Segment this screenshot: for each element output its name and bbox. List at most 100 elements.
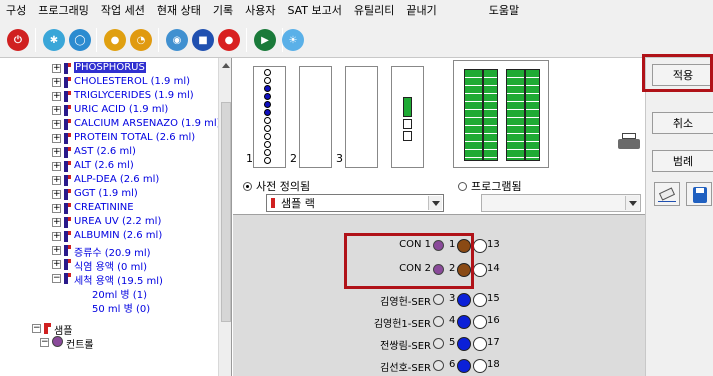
menu-item-exit[interactable]: 끝내기 bbox=[400, 2, 442, 18]
save-icon[interactable] bbox=[686, 182, 712, 206]
tree-item-label[interactable]: 샘플 bbox=[54, 322, 72, 337]
tree-scrollbar[interactable] bbox=[218, 58, 231, 376]
menu-item-utility[interactable]: 유틸리티 bbox=[348, 2, 400, 18]
tube-position-empty[interactable] bbox=[473, 337, 487, 351]
globe-icon[interactable]: ◯ bbox=[69, 29, 91, 51]
tree-item-label[interactable]: 증류수 (20.9 ml) bbox=[74, 244, 151, 259]
tube-slot[interactable] bbox=[264, 125, 271, 132]
expand-icon[interactable]: + bbox=[52, 260, 61, 269]
expand-icon[interactable]: + bbox=[52, 246, 61, 255]
tube-position-empty[interactable] bbox=[473, 293, 487, 307]
tree-item-label[interactable]: CALCIUM ARSENAZO (1.9 ml) bbox=[74, 118, 221, 129]
expand-icon[interactable]: + bbox=[52, 92, 61, 101]
tree-item-label[interactable]: ALP-DEA (2.6 ml) bbox=[74, 174, 159, 185]
expand-icon[interactable]: + bbox=[52, 78, 61, 87]
settings-icon[interactable]: ✱ bbox=[43, 29, 65, 51]
tree-item-label[interactable]: CHOLESTEROL (1.9 ml) bbox=[74, 76, 190, 87]
tree-item-label[interactable]: UREA UV (2.2 ml) bbox=[74, 216, 161, 227]
tree-item-label[interactable]: 세척 용액 (19.5 ml) bbox=[74, 272, 163, 287]
expand-icon[interactable]: + bbox=[52, 64, 61, 73]
tube-slot[interactable] bbox=[264, 133, 271, 140]
tube-slot[interactable] bbox=[264, 69, 271, 76]
menu-item-user[interactable]: 사용자 bbox=[239, 2, 281, 18]
eraser-icon[interactable] bbox=[654, 182, 680, 206]
slot-row[interactable]: 전쌍림-SER 5 17 bbox=[333, 336, 513, 352]
legend-button[interactable]: 범례 bbox=[652, 150, 713, 172]
power-icon[interactable]: ⏻ bbox=[7, 29, 29, 51]
start-icon[interactable]: ▶ bbox=[254, 29, 276, 51]
scroll-up-icon[interactable] bbox=[222, 63, 230, 68]
menu-item-history[interactable]: 기록 bbox=[207, 2, 239, 18]
tube-slot[interactable] bbox=[264, 117, 271, 124]
expand-icon[interactable]: + bbox=[52, 120, 61, 129]
chevron-down-icon[interactable] bbox=[625, 196, 639, 210]
tree-item-label[interactable]: PROTEIN TOTAL (2.6 ml) bbox=[74, 132, 195, 143]
tree-subitem-label[interactable]: 20ml 병 (1) bbox=[92, 286, 147, 301]
tube-slot[interactable] bbox=[264, 93, 271, 100]
tree-item-label[interactable]: CREATININE bbox=[74, 202, 134, 213]
tree-subitem-label[interactable]: 50 ml 병 (0) bbox=[92, 300, 150, 315]
eye-icon[interactable]: ◉ bbox=[166, 29, 188, 51]
tree-item-label[interactable]: ALBUMIN (2.6 ml) bbox=[74, 230, 162, 241]
sun-icon[interactable]: ☀ bbox=[282, 29, 304, 51]
reagent-rack[interactable] bbox=[453, 60, 549, 168]
slot-row[interactable]: 김영헌-SER 3 15 bbox=[333, 292, 513, 308]
tree-item-label[interactable]: URIC ACID (1.9 ml) bbox=[74, 104, 168, 115]
rack-2[interactable]: 2 bbox=[290, 66, 332, 168]
tube-position-empty[interactable] bbox=[473, 359, 487, 373]
tree-item-label[interactable]: AST (2.6 ml) bbox=[74, 146, 136, 157]
menu-item-programming[interactable]: 프로그래밍 bbox=[32, 2, 95, 18]
menu-item-config[interactable]: 구성 bbox=[0, 2, 32, 18]
expand-icon[interactable]: + bbox=[52, 134, 61, 143]
expand-icon[interactable]: + bbox=[52, 190, 61, 199]
tube-slot[interactable] bbox=[264, 141, 271, 148]
expand-icon[interactable]: + bbox=[52, 106, 61, 115]
slot-row[interactable]: 김선호-SER 6 18 bbox=[333, 358, 513, 374]
collapse-icon[interactable]: − bbox=[32, 324, 41, 333]
tube-slot[interactable] bbox=[264, 149, 271, 156]
slot-row[interactable]: 김영헌1-SER 4 16 bbox=[333, 314, 513, 330]
rack-select[interactable]: 샘플 랙 bbox=[266, 194, 444, 212]
tree-item-label[interactable]: 컨트롤 bbox=[66, 336, 94, 351]
tube-icon[interactable]: ● bbox=[104, 29, 126, 51]
programmed-radio[interactable]: 프로그램됨 bbox=[458, 178, 522, 194]
menu-item-current-status[interactable]: 현재 상태 bbox=[151, 2, 207, 18]
tube-slot[interactable] bbox=[264, 109, 271, 116]
tube-slot[interactable] bbox=[264, 77, 271, 84]
expand-icon[interactable]: + bbox=[52, 204, 61, 213]
radio-dot[interactable] bbox=[243, 181, 252, 191]
tube-slot[interactable] bbox=[264, 157, 271, 164]
tube-position[interactable] bbox=[457, 337, 471, 351]
rack-4[interactable] bbox=[391, 66, 424, 168]
reagent-bottles-right[interactable] bbox=[506, 69, 540, 161]
collapse-icon[interactable]: − bbox=[40, 338, 49, 347]
tube-position[interactable] bbox=[457, 293, 471, 307]
tube-slot[interactable] bbox=[264, 101, 271, 108]
menu-item-work-session[interactable]: 작업 세션 bbox=[95, 2, 151, 18]
expand-icon[interactable]: + bbox=[52, 218, 61, 227]
alert-icon[interactable]: ● bbox=[218, 29, 240, 51]
menu-item-help[interactable]: 도움말 bbox=[483, 2, 525, 18]
tree-item-label[interactable]: PHOSPHORUS bbox=[74, 62, 146, 73]
expand-icon[interactable]: + bbox=[52, 232, 61, 241]
tube-slot[interactable] bbox=[264, 85, 271, 92]
tree-item-label[interactable]: ALT (2.6 ml) bbox=[74, 160, 134, 171]
rack-3[interactable]: 3 bbox=[336, 66, 378, 168]
predefined-radio[interactable]: 사전 정의됨 bbox=[243, 178, 310, 194]
tube-position-empty[interactable] bbox=[473, 239, 487, 253]
menu-item-sat-report[interactable]: SAT 보고서 bbox=[281, 2, 347, 18]
printer-icon[interactable] bbox=[618, 133, 640, 151]
collapse-icon[interactable]: − bbox=[52, 274, 61, 283]
tree-item-label[interactable]: 식염 용액 (0 ml) bbox=[74, 258, 147, 273]
tube-position[interactable] bbox=[457, 315, 471, 329]
program-select[interactable] bbox=[481, 194, 641, 212]
tube-position-empty[interactable] bbox=[473, 263, 487, 277]
reagent-slot[interactable] bbox=[403, 131, 412, 141]
reagent-slot-green[interactable] bbox=[403, 97, 412, 117]
tree-item-label[interactable]: TRIGLYCERIDES (1.9 ml) bbox=[74, 90, 194, 101]
reagent-icon[interactable]: ■ bbox=[192, 29, 214, 51]
reagent-bottles-left[interactable] bbox=[464, 69, 498, 161]
reagent-slot[interactable] bbox=[403, 119, 412, 129]
tube-position[interactable] bbox=[457, 359, 471, 373]
expand-icon[interactable]: + bbox=[52, 148, 61, 157]
